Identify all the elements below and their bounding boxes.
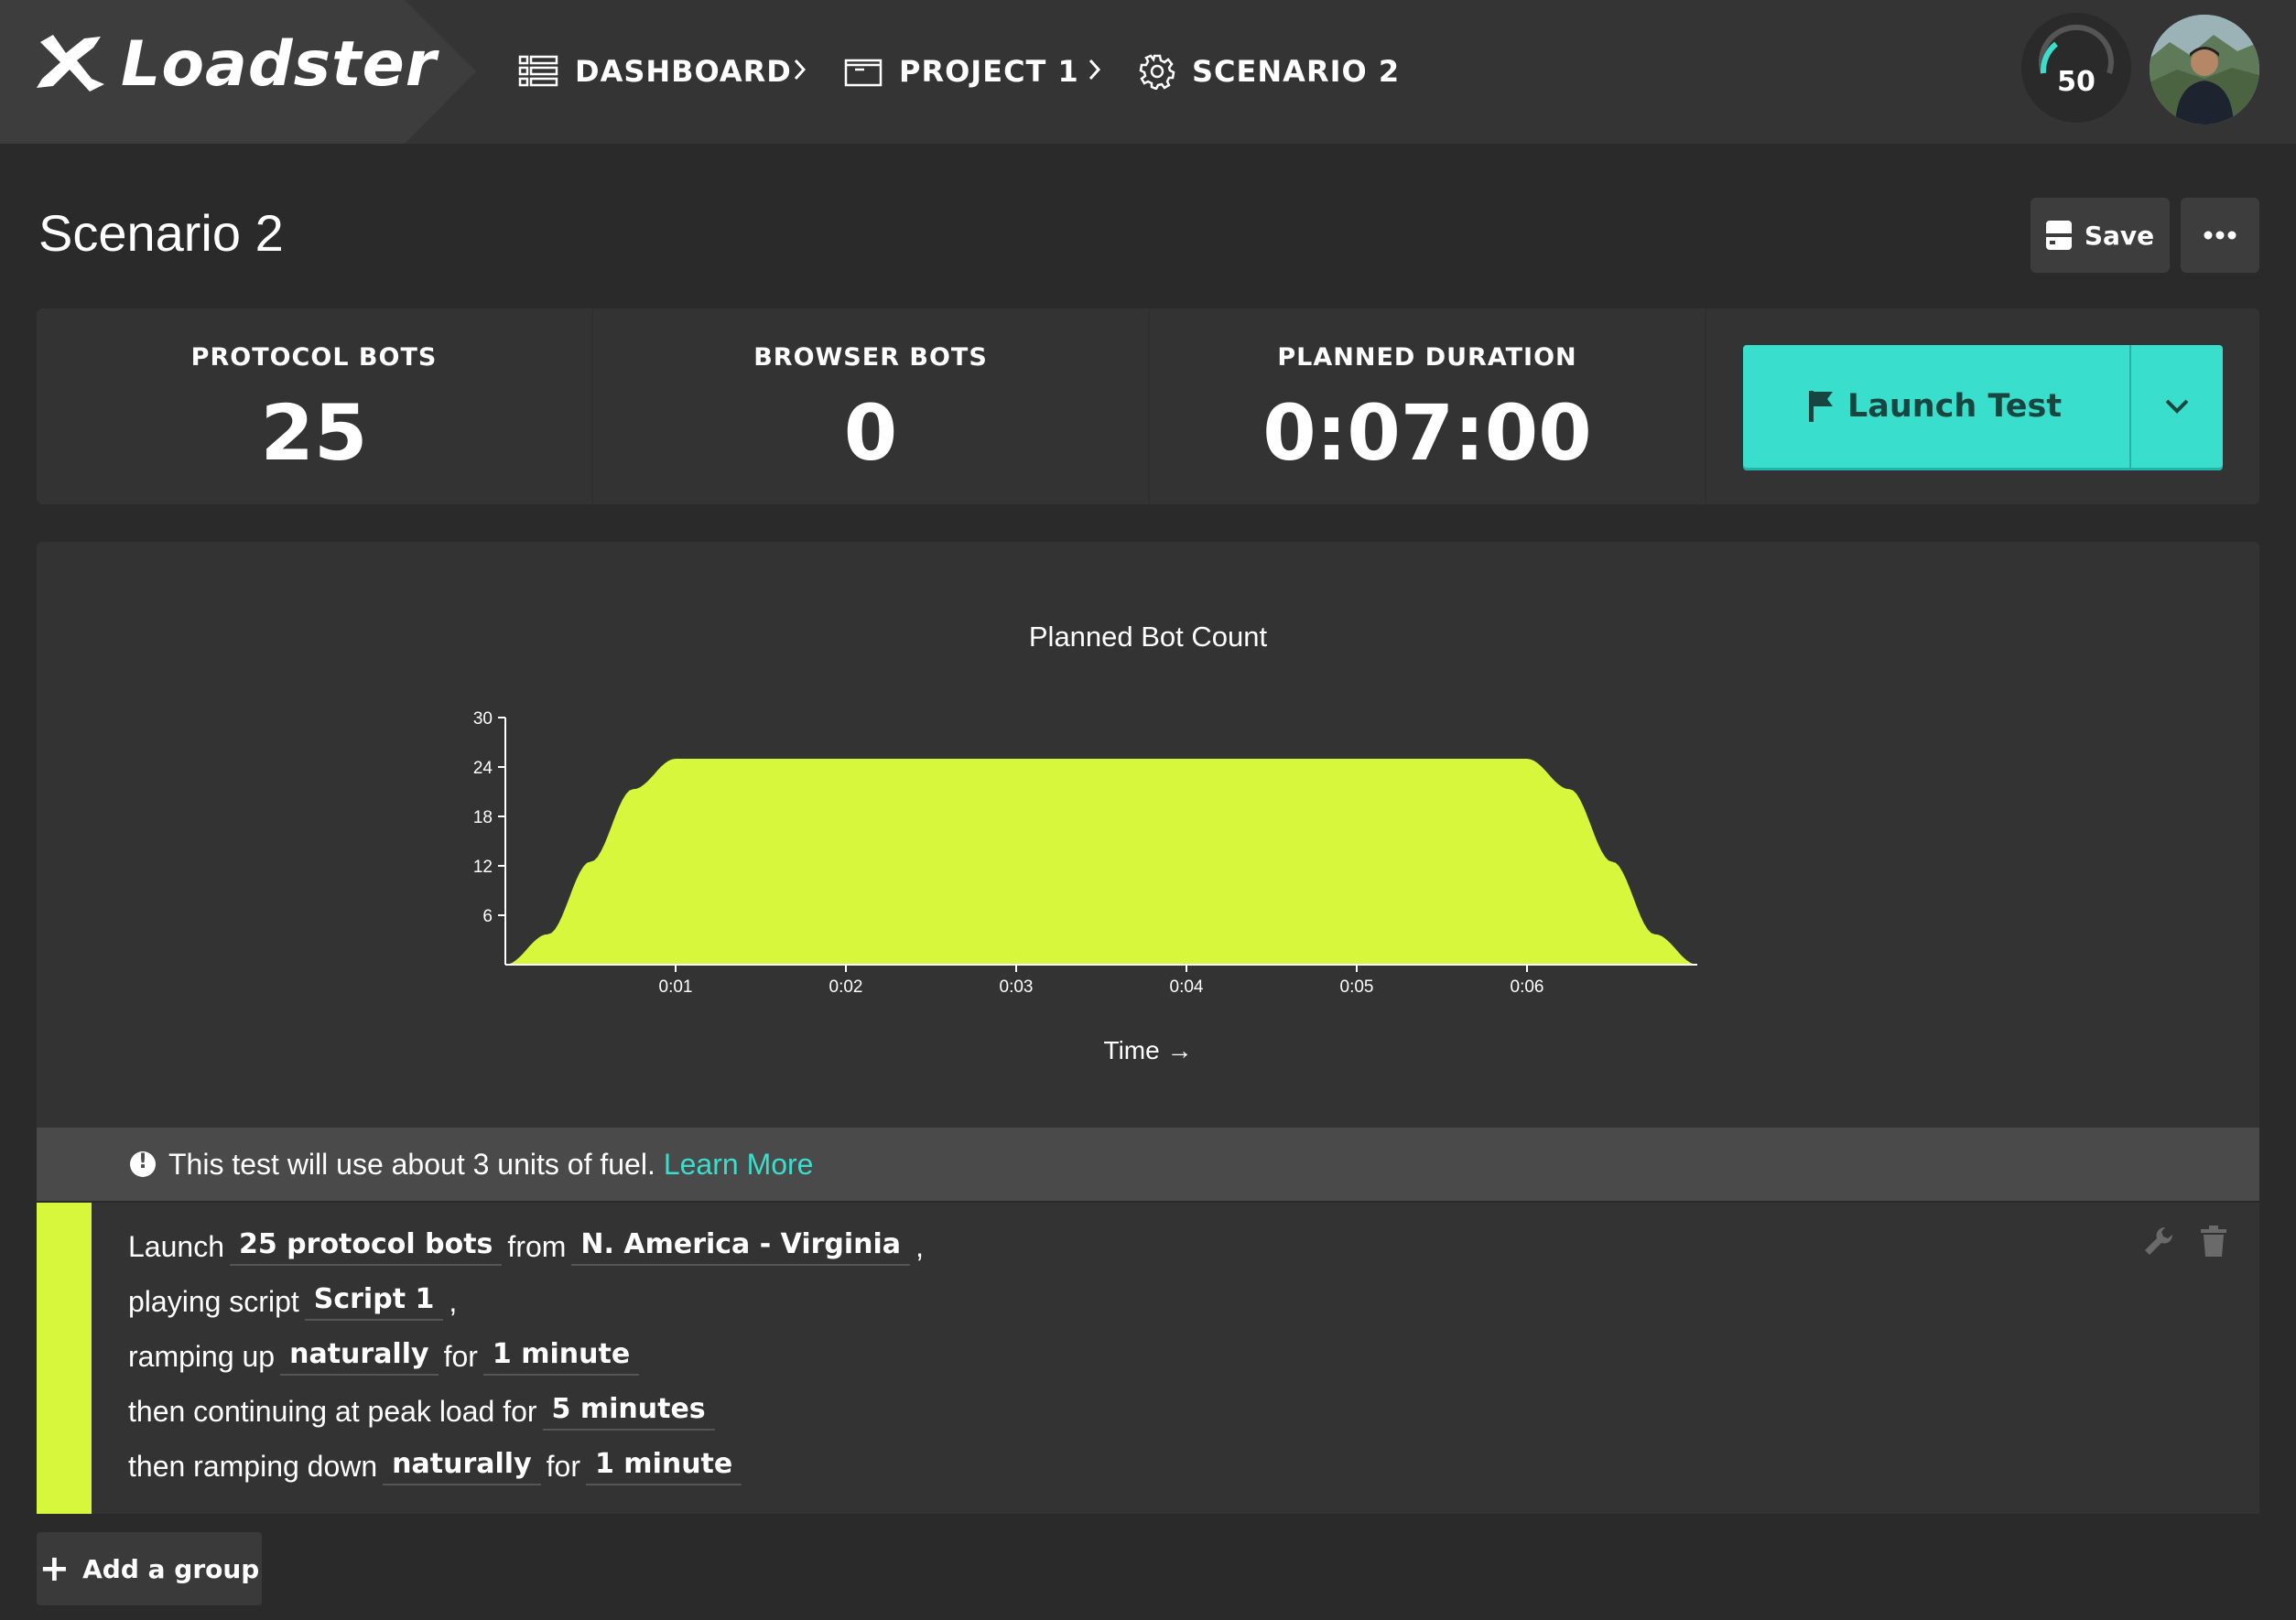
chevron-right-icon [794,59,807,81]
group-line-script: playing script Script 1 , [128,1276,457,1327]
stat-value: 0 [843,388,898,478]
add-group-label: Add a group [82,1553,260,1584]
breadcrumb-label: SCENARIO 2 [1192,54,1401,89]
ramp-up-duration-token[interactable]: 1 minute [482,1338,640,1376]
group-text: ramping up [128,1339,276,1373]
group-text: then ramping down [128,1449,378,1483]
ellipsis-icon [2204,231,2236,240]
fuel-gauge[interactable]: 50 [2021,13,2131,123]
avatar[interactable] [2150,15,2259,124]
group-line-launch: Launch 25 protocol bots from N. America … [128,1221,924,1272]
y-tick-label: 12 [473,858,493,877]
flag-icon [1808,391,1833,422]
group-line-peak: then continuing at peak load for 5 minut… [128,1386,720,1437]
stat-label: PLANNED DURATION [1277,343,1577,372]
bot-count-token[interactable]: 25 protocol bots [229,1228,503,1266]
x-tick-label: 0:05 [1340,977,1374,997]
launch-test-button[interactable]: Launch Test [1743,345,2128,468]
logo-area[interactable]: Loadster [0,0,476,144]
x-tick-label: 0:06 [1511,977,1544,997]
folder-icon [844,59,883,87]
x-tick-label: 0:03 [1000,977,1034,997]
delete-group-button[interactable] [2195,1223,2232,1259]
more-options-button[interactable] [2181,198,2259,273]
peak-duration-token[interactable]: 5 minutes [542,1393,715,1431]
group-text: then continuing at peak load for [128,1394,537,1428]
x-axis-label: Time → [1103,1036,1193,1064]
x-tick-label: 0:02 [829,977,863,997]
breadcrumb-label: DASHBOARD [575,54,792,89]
ramp-up-mode-token[interactable]: naturally [280,1338,439,1376]
group-text: from [507,1229,567,1263]
dashboard-list-icon [518,55,558,87]
group-text: for [443,1339,478,1373]
stat-value: 0:07:00 [1262,388,1592,478]
chevron-down-icon [2165,399,2189,414]
stat-label: BROWSER BOTS [753,343,988,372]
group-text: , [449,1284,458,1318]
y-tick-label: 18 [473,808,493,827]
group-text: playing script [128,1284,299,1318]
add-group-button[interactable]: + Add a group [37,1532,262,1605]
group-line-ramp-up: ramping up naturally for 1 minute [128,1331,644,1382]
stat-value: 25 [260,388,368,478]
plus-icon: + [38,1548,70,1590]
gear-icon [1139,54,1175,90]
stat-browser-bots: BROWSER BOTS 0 [593,308,1148,504]
stat-label: PROTOCOL BOTS [190,343,438,372]
wrench-icon [2145,1226,2173,1255]
launch-options-dropdown[interactable] [2131,345,2223,468]
user-photo [2150,15,2259,124]
loadster-logo-icon [37,35,104,92]
group-text: Launch [128,1229,224,1263]
launch-test-control: Launch Test [1743,345,2223,468]
page-title: Scenario 2 [38,204,284,262]
top-bar: Loadster DASHBOARD PROJECT 1 SCENARIO 2 … [0,0,2296,144]
chevron-right-icon [1088,59,1101,81]
stat-planned-duration: PLANNED DURATION 0:07:00 [1150,308,1705,504]
save-label: Save [2084,220,2155,251]
launch-test-label: Launch Test [1847,388,2063,425]
planned-bot-count-chart: Planned Bot Count 6 12 18 24 30 0:01 0:02 0:03 0… [37,542,2259,1128]
breadcrumb-label: PROJECT 1 [899,54,1079,89]
y-tick-label: 30 [473,709,493,729]
x-tick-label: 0:04 [1170,977,1204,997]
learn-more-link[interactable]: Learn More [664,1148,814,1182]
fuel-notice-text: This test will use about 3 units of fuel… [168,1147,655,1181]
save-icon [2045,221,2072,250]
save-button[interactable]: Save [2031,198,2170,273]
script-token[interactable]: Script 1 [304,1283,444,1321]
group-text: , [915,1229,924,1263]
y-tick-label: 24 [473,759,493,778]
ramp-down-duration-token[interactable]: 1 minute [585,1448,742,1485]
fuel-gauge-value: 50 [2057,66,2096,98]
breadcrumb-scenario[interactable]: SCENARIO 2 [1139,46,1400,97]
edit-group-button[interactable] [2140,1223,2177,1259]
bot-count-area [505,759,1697,965]
y-tick-label: 6 [482,907,493,926]
group-text: for [546,1449,580,1483]
breadcrumb-dashboard[interactable]: DASHBOARD [518,46,792,97]
bot-group: Launch 25 protocol bots from N. America … [37,1203,2259,1514]
group-line-ramp-down: then ramping down naturally for 1 minute [128,1441,747,1492]
info-alert-icon [130,1150,156,1177]
stat-protocol-bots: PROTOCOL BOTS 25 [37,308,591,504]
ramp-down-mode-token[interactable]: naturally [383,1448,541,1485]
x-tick-label: 0:01 [659,977,693,997]
app-name: Loadster [121,28,438,101]
region-token[interactable]: N. America - Virginia [571,1228,911,1266]
fuel-notice: This test will use about 3 units of fuel… [37,1128,2259,1201]
trash-icon [2201,1226,2226,1257]
breadcrumb-project[interactable]: PROJECT 1 [844,46,1079,97]
group-color-bar[interactable] [37,1203,92,1514]
